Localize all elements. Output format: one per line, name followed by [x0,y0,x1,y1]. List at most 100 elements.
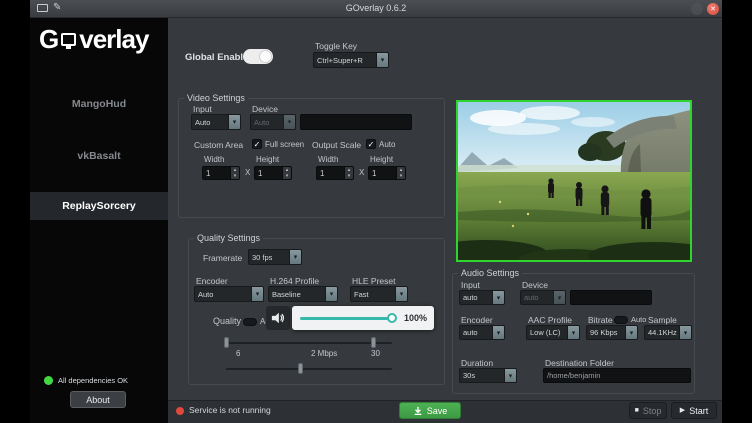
toggle-key-select[interactable]: Ctrl+Super+R ▾ [313,52,389,68]
spin-down-icon[interactable]: ▾ [283,173,291,179]
video-device-label: Device [252,104,278,114]
toggle-knob [259,50,272,63]
scale-height-value: 1 [369,167,396,179]
quality-settings-title: Quality Settings [194,233,263,243]
quality-min-label: 6 [236,349,240,358]
sidebar: G verlay MangoHud vkBasalt ReplaySorcery… [30,18,168,423]
aac-profile-value: Low (LC) [527,326,567,339]
audio-input-value: auto [460,291,492,304]
sidebar-item-mangohud[interactable]: MangoHud [30,90,168,118]
dropdown-arrow-icon: ▾ [553,291,565,304]
dropdown-arrow-icon: ▾ [283,115,295,129]
dropdown-arrow-icon: ▾ [251,287,263,301]
scale-height-spinbox[interactable]: 1 ▴▾ [368,166,406,180]
logo-text-prefix: G [39,24,58,55]
volume-slider-handle[interactable] [387,313,397,323]
duration-value: 30s [460,369,504,382]
titlebar[interactable]: ✎ GOverlay 0.6.2 ✕ [30,0,722,18]
audio-device-select[interactable]: auto ▾ [520,290,566,305]
save-button[interactable]: Save [399,402,461,419]
hle-preset-value: Fast [351,287,395,301]
framerate-label: Framerate [203,253,242,263]
about-button[interactable]: About [70,391,126,408]
dropdown-arrow-icon: ▾ [376,53,388,67]
framerate-select[interactable]: 30 fps ▾ [248,249,302,265]
sample-select[interactable]: 44.1KHz ▾ [644,325,692,340]
bitrate-slider[interactable] [226,368,392,370]
sidebar-item-vkbasalt[interactable]: vkBasalt [30,142,168,170]
stop-button[interactable]: ■ Stop [629,402,667,419]
audio-encoder-value: auto [460,326,492,339]
scale-height-label: Height [370,155,393,164]
video-input-select[interactable]: Auto ▾ [191,114,241,130]
toggle-pill-icon [614,316,628,324]
bitrate-slider-handle[interactable] [298,363,303,374]
spin-down-icon[interactable]: ▾ [345,173,353,179]
custom-width-spinbox[interactable]: 1 ▴▾ [202,166,240,180]
audio-input-select[interactable]: auto ▾ [459,290,505,305]
audio-device-value: auto [521,291,553,304]
app-logo: G verlay [39,24,148,55]
audio-input-label: Input [461,280,480,290]
dropdown-arrow-icon: ▾ [567,326,579,339]
spin-down-icon[interactable]: ▾ [397,173,405,179]
duration-label: Duration [461,358,493,368]
audio-device-label: Device [522,280,548,290]
quality-max-label: 30 [371,349,380,358]
output-scale-auto-label: Auto [379,140,395,149]
bitrate-select[interactable]: 96 Kbps ▾ [586,325,638,340]
output-scale-auto-checkbox[interactable]: ✓ Auto [366,139,395,149]
video-input-label: Input [193,104,212,114]
aac-profile-select[interactable]: Low (LC) ▾ [526,325,580,340]
start-button[interactable]: ▶ Start [671,402,717,419]
full-screen-checkbox[interactable]: ✓ Full screen [252,139,304,149]
custom-height-spinbox[interactable]: 1 ▴▾ [254,166,292,180]
quality-range-slider[interactable] [226,342,392,344]
video-device-input[interactable] [300,114,412,130]
sample-label: Sample [648,315,677,325]
global-enable-toggle[interactable] [243,49,273,64]
save-button-label: Save [427,406,448,416]
app-window: ✎ GOverlay 0.6.2 ✕ G verlay MangoHud vkB… [30,0,722,423]
dependencies-status: All dependencies OK [44,376,128,385]
play-icon: ▶ [680,407,685,414]
scale-width-spinbox[interactable]: 1 ▴▾ [316,166,354,180]
service-status-dot-icon [176,407,184,415]
check-icon: ✓ [252,139,262,149]
h264-profile-value: Baseline [269,287,325,301]
dropdown-arrow-icon: ▾ [228,115,240,129]
audio-device-input[interactable] [570,290,652,305]
minimize-button[interactable] [691,3,703,15]
hle-preset-select[interactable]: Fast ▾ [350,286,408,302]
quality-max-handle[interactable] [371,337,376,348]
encoder-select[interactable]: Auto ▾ [194,286,264,302]
bitrate-slider-label: 2 Mbps [311,349,337,358]
speaker-icon [271,311,285,325]
destination-folder-value: /home/benjamin [547,371,600,380]
check-icon: ✓ [366,139,376,149]
dropdown-arrow-icon: ▾ [395,287,407,301]
audio-encoder-select[interactable]: auto ▾ [459,325,505,340]
logo-text-suffix: verlay [79,24,148,55]
monitor-icon [61,33,76,46]
sample-value: 44.1KHz [645,326,679,339]
close-button[interactable]: ✕ [707,3,719,15]
volume-slider[interactable] [300,317,392,320]
dropdown-arrow-icon: ▾ [679,326,691,339]
spin-down-icon[interactable]: ▾ [231,173,239,179]
window-title: GOverlay 0.6.2 [30,3,722,13]
destination-folder-input[interactable]: /home/benjamin [543,368,691,383]
video-settings-title: Video Settings [184,93,248,103]
game-preview-image [458,102,690,260]
duration-select[interactable]: 30s ▾ [459,368,517,383]
bitrate-auto-toggle[interactable]: Auto [614,315,646,324]
custom-width-value: 1 [203,167,230,179]
h264-profile-select[interactable]: Baseline ▾ [268,286,338,302]
encoder-value: Auto [195,287,251,301]
quality-min-handle[interactable] [224,337,229,348]
dropdown-arrow-icon: ▾ [625,326,637,339]
sidebar-item-replaysorcery[interactable]: ReplaySorcery [30,192,168,220]
volume-button[interactable] [266,306,290,330]
custom-area-label: Custom Area [194,140,243,150]
video-device-select[interactable]: Auto ▾ [250,114,296,130]
